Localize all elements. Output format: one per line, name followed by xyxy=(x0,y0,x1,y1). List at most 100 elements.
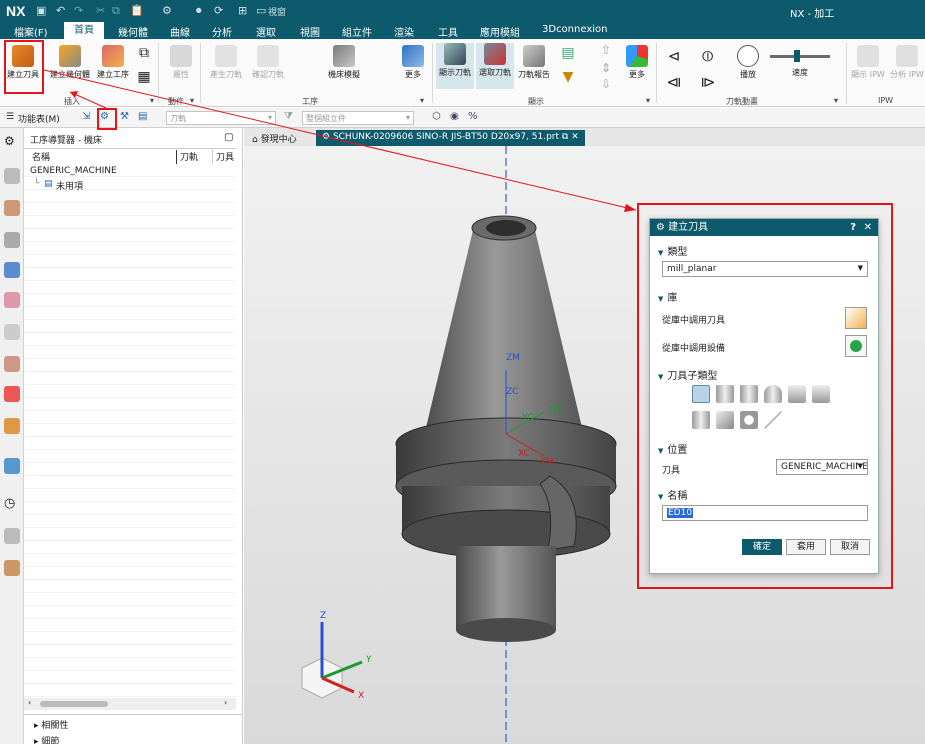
maximize-icon[interactable]: ▢ xyxy=(224,132,233,143)
display-more-label: 更多 xyxy=(629,70,645,79)
tab-3dconnexion[interactable]: 3Dconnexion xyxy=(542,24,607,35)
machining-feature-icon[interactable] xyxy=(4,356,20,372)
rewind-icon[interactable]: ⧏ xyxy=(664,73,684,91)
process-studio-icon[interactable] xyxy=(4,560,20,576)
undo-icon[interactable]: ↶ xyxy=(56,4,65,17)
display-group-expander[interactable]: ▾ xyxy=(646,96,650,105)
save-icon[interactable]: ▣ xyxy=(36,4,46,17)
tab-view[interactable]: 視圖 xyxy=(300,24,320,39)
refresh-icon[interactable]: ⟳ xyxy=(214,4,223,17)
paste-icon[interactable]: 📋 xyxy=(130,4,144,17)
tab-geometry[interactable]: 幾何體 xyxy=(118,24,148,39)
dependencies-section[interactable]: ▸ 相關性 xyxy=(34,718,68,731)
properties-label: 屬性 xyxy=(173,70,189,79)
tab-applications[interactable]: 應用模組 xyxy=(480,24,520,39)
action-group-expander[interactable]: ▾ xyxy=(190,96,194,105)
tab-discovery-center[interactable]: ⌂ 發現中心 xyxy=(246,130,303,146)
percent-icon[interactable]: % xyxy=(468,111,478,122)
close-icon[interactable]: ✕ xyxy=(568,132,579,142)
machine-tool-navigator-icon[interactable] xyxy=(4,292,20,308)
tree-row-machine[interactable]: GENERIC_MACHINE xyxy=(30,166,117,176)
cut-icon[interactable]: ✂ xyxy=(96,4,105,17)
create-method-icon[interactable]: ⧉ xyxy=(134,45,154,61)
window-layout-icon[interactable]: ⊞ xyxy=(238,4,247,17)
create-operation-button[interactable]: 建立工序 xyxy=(94,45,132,80)
animation-group-expander[interactable]: ▾ xyxy=(834,96,838,105)
layer-icon[interactable]: ▤ xyxy=(558,45,578,61)
command-finder-icon[interactable]: ⚙ xyxy=(162,4,172,17)
file-menu[interactable]: 檔案(F) xyxy=(14,24,48,39)
feature-navigator-icon[interactable] xyxy=(4,386,20,402)
move-icon[interactable]: ⇕ xyxy=(598,61,614,75)
scroll-left-icon[interactable]: ‹ xyxy=(28,698,31,707)
snap-icon[interactable]: ⬡ xyxy=(432,111,441,122)
analyze-ipw-button[interactable]: 分析 IPW xyxy=(890,45,924,80)
constraint-navigator-icon[interactable] xyxy=(4,232,20,248)
tab-tools[interactable]: 工具 xyxy=(438,24,458,39)
menu-button[interactable]: 功能表(M) xyxy=(18,112,60,125)
tool-display-icon[interactable]: ▼ xyxy=(558,69,578,85)
hamburger-icon[interactable]: ☰ xyxy=(6,112,14,122)
speed-slider[interactable] xyxy=(770,50,830,62)
scroll-right-icon[interactable]: › xyxy=(224,698,227,707)
machine-simulation-button[interactable]: 機床模擬 xyxy=(324,45,364,80)
filter-icon[interactable]: ⧩ xyxy=(284,111,293,122)
window-icon[interactable]: ▭ xyxy=(256,4,266,17)
assembly-scope-combo[interactable]: 整個組立件 ▾ xyxy=(302,111,414,125)
pause-icon[interactable]: ⦶ xyxy=(698,47,718,65)
copy-icon[interactable]: ⧉ xyxy=(112,4,120,18)
create-program-icon[interactable]: ▦ xyxy=(134,69,154,85)
properties-button[interactable]: 屬性 xyxy=(166,45,196,80)
column-tool[interactable]: 刀具 xyxy=(216,150,234,164)
scrollbar-thumb[interactable] xyxy=(40,701,108,707)
geometry-view-icon[interactable]: ⚒ xyxy=(120,111,129,122)
tab-home[interactable]: 首頁 xyxy=(64,22,104,39)
assembly-navigator-icon[interactable] xyxy=(4,200,20,216)
part-navigator-icon[interactable] xyxy=(4,168,20,184)
display-more-button[interactable]: 更多 xyxy=(624,45,650,80)
part-icon: ⚙ xyxy=(322,132,333,142)
generate-toolpath-button[interactable]: 產生刀軌 xyxy=(206,45,246,80)
insert-group-expander[interactable]: ▾ xyxy=(150,96,154,105)
history-icon[interactable]: ◷ xyxy=(4,496,20,512)
details-section[interactable]: ▸ 細節 xyxy=(34,734,59,744)
select-toolpath-button[interactable]: 選取刀軌 xyxy=(476,43,514,89)
verify-toolpath-button[interactable]: 確認刀軌 xyxy=(248,45,288,80)
create-geometry-button[interactable]: 建立幾何體 xyxy=(48,45,92,80)
tree-row-unused[interactable]: 未用項 xyxy=(56,179,83,192)
tab-part-file[interactable]: ⚙ SCHUNK-0209606 SINO-R JIS-BT50 D20x97,… xyxy=(316,130,585,146)
column-toolpath[interactable]: 刀軌 xyxy=(180,150,198,164)
reuse-library-icon[interactable] xyxy=(4,324,20,340)
operation-more-button[interactable]: 更多 xyxy=(400,45,426,80)
step-forward-icon[interactable]: ⧐ xyxy=(698,73,718,91)
mic-icon[interactable]: ⏺ xyxy=(196,4,202,18)
play-button[interactable]: 播放 xyxy=(736,45,760,80)
speed-slider-handle[interactable] xyxy=(794,50,800,62)
operation-group-expander[interactable]: ▾ xyxy=(420,96,424,105)
step-back-icon[interactable]: ⊲ xyxy=(664,47,684,65)
redo-icon[interactable]: ↷ xyxy=(74,4,83,17)
show-hide-icon[interactable]: ◉ xyxy=(450,111,459,122)
display-toolpath-button[interactable]: 顯示刀軌 xyxy=(436,43,474,89)
tab-render[interactable]: 渲染 xyxy=(394,24,414,39)
move-down-icon[interactable]: ⇩ xyxy=(598,77,614,91)
system-materials-icon[interactable] xyxy=(4,528,20,544)
method-view-icon[interactable]: ▤ xyxy=(138,111,147,122)
tab-select[interactable]: 選取 xyxy=(256,24,276,39)
move-up-icon[interactable]: ⇧ xyxy=(598,43,614,57)
toolpath-report-button[interactable]: 刀軌報告 xyxy=(516,45,552,80)
program-order-view-icon[interactable]: ⇲ xyxy=(82,111,90,122)
hd3d-icon[interactable] xyxy=(4,418,20,434)
toolpath-filter-combo[interactable]: 刀軌 ▾ xyxy=(166,111,276,125)
web-browser-icon[interactable] xyxy=(4,458,20,474)
show-ipw-button[interactable]: 顯示 IPW xyxy=(850,45,886,80)
settings-icon[interactable]: ⚙ xyxy=(4,134,20,150)
popout-icon[interactable]: ⧉ xyxy=(559,132,568,142)
tab-assembly[interactable]: 組立件 xyxy=(342,24,372,39)
tab-analysis[interactable]: 分析 xyxy=(212,24,232,39)
horizontal-scrollbar[interactable]: ‹ › xyxy=(24,698,236,710)
operation-navigator-icon[interactable] xyxy=(4,262,20,278)
window-menu[interactable]: 視窗 xyxy=(268,5,286,18)
tab-curve[interactable]: 曲線 xyxy=(170,24,190,39)
column-name[interactable]: 名稱 xyxy=(32,150,50,164)
